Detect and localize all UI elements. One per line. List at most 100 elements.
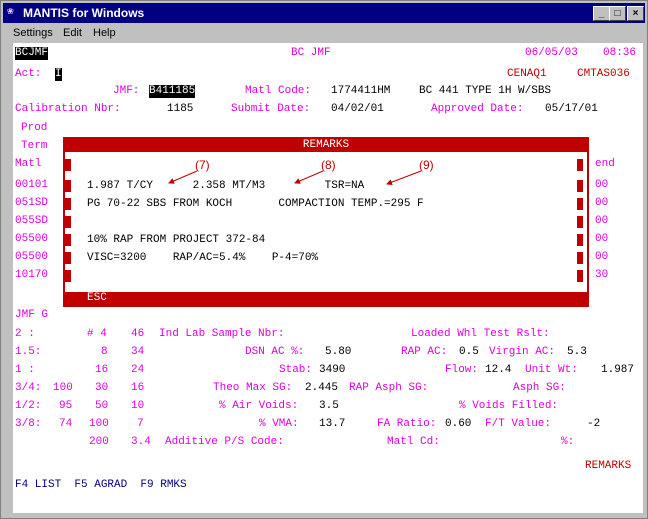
calib-label: Calibration Nbr:	[15, 103, 121, 115]
flow-label: Flow:	[445, 364, 479, 376]
prod-label: Prod	[21, 122, 48, 134]
asph-sg-label: Asph SG:	[513, 382, 566, 394]
sieve-value: 74	[59, 418, 73, 430]
sieve-label: 1 :	[15, 364, 35, 376]
jmf-g-label: JMF G	[15, 309, 49, 321]
end-label: end	[595, 158, 615, 170]
sieve-label: 1/2:	[15, 400, 42, 412]
sieve-value: 16	[131, 382, 145, 394]
remarks-popup: REMARKS 1.987 T/CY 2.358 MT/M3 TSR=NA PG…	[63, 137, 589, 307]
sieve-value: 30	[95, 382, 109, 394]
header-time: 08:36	[603, 47, 637, 59]
function-keys[interactable]: F4 LIST F5 AGRAD F9 RMKS	[15, 479, 187, 492]
dsn-ac-label: DSN AC %:	[245, 346, 305, 358]
fa-ratio-value: 0.60	[445, 418, 472, 430]
matl-item: 05500	[15, 233, 49, 245]
theo-max-sg-label: Theo Max SG:	[213, 382, 293, 394]
arrow-8	[294, 170, 324, 184]
screen-name: BC JMF	[291, 47, 331, 59]
sieve-label: 3/4:	[15, 382, 42, 394]
mantis-window: ❀ MANTIS for Windows _ □ × Settings Edit…	[0, 0, 648, 519]
sieve-value: # 4	[87, 328, 107, 340]
voids-filled-label: % Voids Filled:	[459, 400, 559, 412]
arrow-7	[168, 170, 198, 184]
stab-value: 3490	[319, 364, 346, 376]
menu-help[interactable]: Help	[93, 27, 116, 39]
matl-label: Matl	[15, 158, 42, 170]
act-input[interactable]: I	[55, 68, 62, 81]
end-item: 00	[595, 179, 609, 191]
minimize-button[interactable]: _	[593, 6, 610, 21]
end-item: 30	[595, 269, 609, 281]
user-code-2: CMTAS036	[577, 68, 630, 80]
matl-item: 05500	[15, 251, 49, 263]
flow-value: 12.4	[485, 364, 512, 376]
sieve-value: 95	[59, 400, 73, 412]
matl-code-value: 1774411HM	[331, 85, 391, 97]
jmf-input[interactable]: B411185	[149, 85, 196, 98]
matl-item: 051SD	[15, 197, 49, 209]
unit-wt-value: 1.987	[601, 364, 635, 376]
loaded-whl-label: Loaded Whl Test Rslt:	[411, 328, 550, 340]
screen-id: BCJMF	[15, 47, 49, 60]
sieve-label: 3/8:	[15, 418, 42, 430]
header-date: 06/05/03	[525, 47, 578, 59]
end-item: 00	[595, 215, 609, 227]
ind-lab-label: Ind Lab Sample Nbr:	[159, 328, 285, 340]
approved-date-label: Approved Date:	[431, 103, 524, 115]
sieve-value: 46	[131, 328, 145, 340]
air-voids-value: 3.5	[319, 400, 339, 412]
vma-label: % VMA:	[259, 418, 299, 430]
rap-asph-sg-label: RAP Asph SG:	[349, 382, 429, 394]
restore-button[interactable]: □	[609, 6, 626, 21]
end-item: 00	[595, 251, 609, 263]
virgin-ac-value: 5.3	[567, 346, 587, 358]
escape-key[interactable]: ESC	[87, 292, 107, 305]
rap-ac-label: RAP AC:	[401, 346, 448, 358]
matl-item: 10170	[15, 269, 49, 281]
end-item: 00	[595, 233, 609, 245]
sieve-value: 10	[131, 400, 145, 412]
matl-code-label: Matl Code:	[245, 85, 312, 97]
calib-value: 1185	[167, 103, 194, 115]
remarks-flag: REMARKS	[585, 460, 632, 472]
menu-edit[interactable]: Edit	[63, 27, 82, 39]
menu-bar: Settings Edit Help	[3, 24, 645, 42]
annotation-arrows	[168, 170, 422, 186]
submit-date-label: Submit Date:	[231, 103, 311, 115]
close-button[interactable]: ×	[627, 6, 644, 21]
remarks-footer: ESC	[65, 292, 587, 305]
sieve-value: 8	[101, 346, 108, 358]
sieve-value: 34	[131, 346, 145, 358]
stab-label: Stab:	[279, 364, 313, 376]
fa-ratio-label: FA Ratio:	[377, 418, 437, 430]
vma-value: 13.7	[319, 418, 346, 430]
unit-wt-label: Unit Wt:	[525, 364, 578, 376]
matl-cd-label: Matl Cd:	[387, 436, 440, 448]
sieve-value: 3.4	[131, 436, 151, 448]
ft-value: -2	[587, 418, 601, 430]
virgin-ac-label: Virgin AC:	[489, 346, 556, 358]
app-icon: ❀	[7, 6, 14, 18]
term-label: Term	[21, 140, 48, 152]
sieve-value: 7	[137, 418, 144, 430]
end-item: 00	[595, 197, 609, 209]
dsn-ac-value: 5.80	[325, 346, 352, 358]
sieve-value: 100	[89, 418, 109, 430]
sieve-value: 100	[53, 382, 73, 394]
jmf-label: JMF:	[113, 85, 140, 97]
air-voids-label: % Air Voids:	[219, 400, 299, 412]
sieve-label: 1.5:	[15, 346, 42, 358]
menu-settings[interactable]: Settings	[13, 27, 53, 39]
title-bar: ❀ MANTIS for Windows _ □ ×	[3, 3, 645, 23]
additive-label: Additive P/S Code:	[165, 436, 284, 448]
arrow-9	[386, 170, 422, 186]
terminal-screen: BCJMF BC JMF 06/05/03 08:36 Act: I CENAQ…	[13, 43, 643, 513]
sieve-label: 2 :	[15, 328, 35, 340]
sieve-value: 50	[95, 400, 109, 412]
ft-value-label: F/T Value:	[485, 418, 552, 430]
window-title: MANTIS for Windows	[23, 6, 145, 20]
sieve-value: 16	[95, 364, 109, 376]
user-code-1: CENAQ1	[507, 68, 547, 80]
act-label: Act:	[15, 68, 42, 80]
